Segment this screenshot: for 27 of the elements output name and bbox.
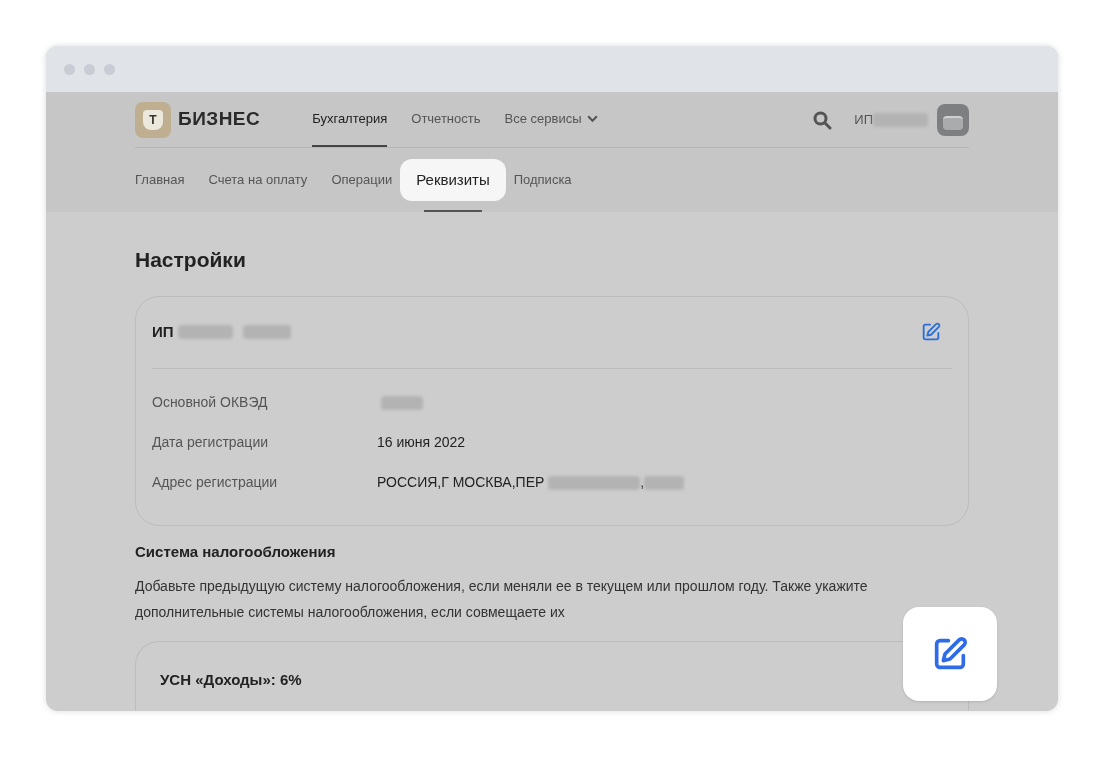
nav-tab[interactable]: Бухгалтерия: [312, 92, 388, 147]
brand-name: БИЗНЕС: [178, 107, 261, 132]
sub-nav-tab[interactable]: Главная: [135, 170, 185, 190]
nav-tab[interactable]: Все сервисы: [504, 92, 599, 147]
sub-nav-tab[interactable]: Подписка: [513, 170, 572, 190]
sub-nav-tab[interactable]: Операции: [331, 170, 393, 190]
tax-system-name: УСН «Доходы»: 6%: [160, 671, 302, 688]
section-title: Система налогообложения: [135, 541, 337, 562]
blurred-text: [644, 475, 685, 490]
logo-letter: Т: [143, 109, 163, 130]
field-value: ,: [640, 473, 645, 492]
edit-icon: [920, 321, 942, 343]
company-name: ИП: [152, 321, 174, 342]
field-label: Адрес регистрации: [152, 473, 279, 492]
sub-nav-tab[interactable]: Реквизиты: [400, 158, 506, 202]
nav-tab[interactable]: Отчетность: [411, 92, 481, 147]
field-value: 16 июня 2022: [377, 433, 466, 452]
search-icon[interactable]: [812, 109, 833, 130]
edit-button[interactable]: [920, 321, 942, 343]
account-name[interactable]: ИП: [854, 109, 873, 130]
edit-button-callout[interactable]: [903, 607, 997, 701]
page-title: Настройки: [135, 247, 247, 273]
field-label: Основной ОКВЭД: [152, 393, 269, 412]
sub-nav-tab[interactable]: Счета на оплату: [208, 170, 308, 190]
field-value: РОССИЯ,Г МОСКВА,ПЕР: [377, 473, 545, 492]
section-description: Добавьте предыдущую систему налогообложения, если меняли ее в текущем или прошлом году. Также укажите дополнительные системы налогообложения, если совмещаете их: [135, 577, 869, 622]
field-label: Дата регистрации: [152, 433, 270, 452]
